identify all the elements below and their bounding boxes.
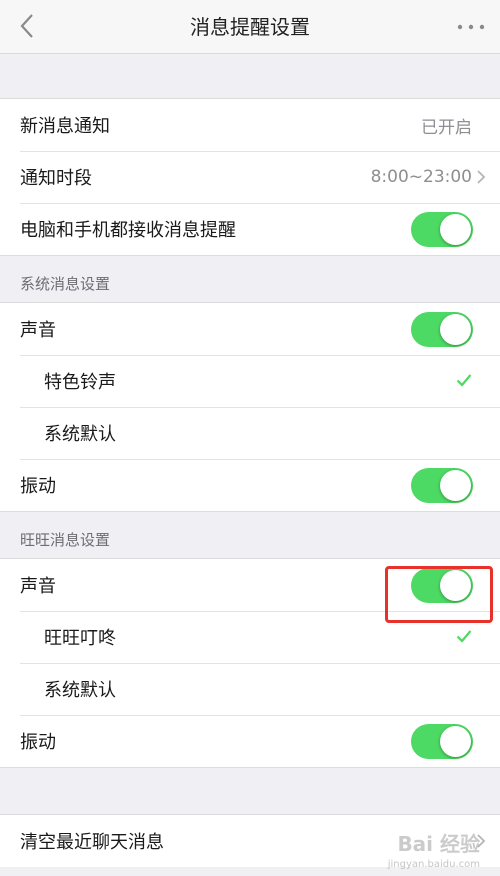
toggle-knob — [440, 214, 471, 245]
wangwang-vibrate-toggle[interactable] — [411, 724, 473, 759]
period-value: 8:00~23:00 — [370, 167, 472, 187]
system-vibrate-toggle[interactable] — [411, 468, 473, 503]
nav-bar: 消息提醒设置 — [0, 0, 500, 54]
pc-mobile-label: 电脑和手机都接收消息提醒 — [20, 220, 236, 241]
notification-period-row[interactable]: 通知时段 8:00~23:00 — [0, 151, 500, 203]
toggle-knob — [440, 314, 471, 345]
checkmark-icon — [456, 374, 472, 387]
wangwang-ringtone-default-row[interactable]: 系统默认 — [0, 663, 500, 715]
spacer — [0, 768, 500, 814]
section-title-wangwang: 旺旺消息设置 — [20, 531, 111, 549]
watermark-brand: Bai 经验 — [397, 832, 480, 856]
system-vibrate-row: 振动 — [0, 459, 500, 511]
highlight-annotation — [385, 566, 493, 623]
chevron-right-icon — [477, 170, 486, 184]
toggle-knob — [440, 470, 471, 501]
ringtone-default-label: 系统默认 — [44, 424, 116, 445]
system-sound-toggle[interactable] — [411, 312, 473, 347]
system-vibrate-label: 振动 — [20, 476, 56, 497]
wangwang-sound-label: 声音 — [20, 576, 56, 597]
ringtone-special-label: 特色铃声 — [44, 372, 116, 393]
checkmark-icon — [456, 630, 472, 643]
toggle-knob — [440, 726, 471, 757]
period-label: 通知时段 — [20, 168, 92, 189]
section-title-system: 系统消息设置 — [20, 275, 111, 293]
system-sound-row: 声音 — [0, 303, 500, 355]
watermark-url: jingyan.baidu.com — [387, 859, 480, 870]
general-settings-group: 新消息通知 已开启 通知时段 8:00~23:00 电脑和手机都接收消息提醒 — [0, 98, 500, 256]
system-settings-group: 声音 特色铃声 系统默认 振动 — [0, 302, 500, 512]
pc-mobile-notify-row: 电脑和手机都接收消息提醒 — [0, 203, 500, 255]
new-message-notification-row: 新消息通知 已开启 — [0, 99, 500, 151]
wangwang-vibrate-row: 振动 — [0, 715, 500, 767]
new-message-status: 已开启 — [421, 117, 472, 138]
system-ringtone-special-row[interactable]: 特色铃声 — [0, 355, 500, 407]
new-message-label: 新消息通知 — [20, 116, 110, 137]
clear-chats-label: 清空最近聊天消息 — [20, 832, 164, 853]
system-ringtone-default-row[interactable]: 系统默认 — [0, 407, 500, 459]
wangwang-vibrate-label: 振动 — [20, 732, 56, 753]
more-icon[interactable] — [454, 13, 488, 41]
spacer — [0, 54, 500, 98]
watermark: Bai 经验 jingyan.baidu.com — [360, 822, 480, 870]
wangwang-ringtone-label: 旺旺叮咚 — [44, 628, 116, 649]
system-sound-label: 声音 — [20, 320, 56, 341]
pc-mobile-toggle[interactable] — [411, 212, 473, 247]
ringtone-default-label: 系统默认 — [44, 680, 116, 701]
page-title: 消息提醒设置 — [190, 15, 310, 39]
